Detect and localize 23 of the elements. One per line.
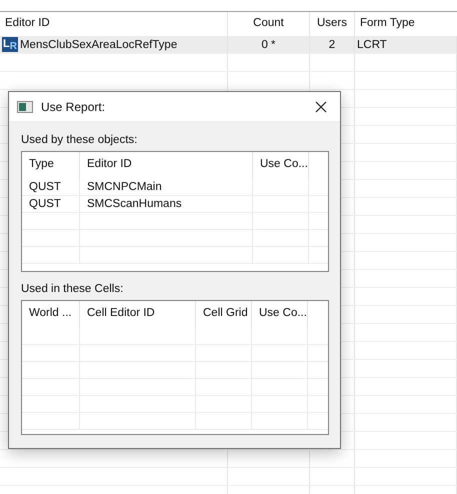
table-cell: 0 * [261, 38, 276, 50]
objects-list[interactable]: Type Editor ID Use Co... QUST SMCNPCMain QUST SMCScanHumans [21, 151, 329, 272]
table-cell: SMCScanHumans [87, 198, 182, 210]
section-label: Used by these objects: [21, 134, 138, 147]
column-header[interactable]: Cell Editor ID [80, 301, 196, 328]
column-header[interactable]: Use Co... [252, 301, 308, 328]
column-header[interactable]: Use Co... [253, 152, 309, 179]
table-cell: LCRT [357, 38, 387, 50]
table-cell: QUST [29, 181, 61, 193]
cells-list[interactable]: World ... Cell Editor ID Cell Grid Use Co... [21, 300, 329, 435]
column-header[interactable]: Type [22, 152, 80, 179]
column-header[interactable]: Cell Grid [196, 301, 252, 328]
column-header[interactable]: Form Type [355, 12, 457, 36]
dialog-title: Use Report: [41, 100, 106, 114]
window-icon [17, 100, 33, 112]
table-cell: SMCNPCMain [87, 181, 162, 193]
column-header[interactable]: World ... [22, 301, 80, 328]
table-cell: 2 [328, 38, 336, 50]
section-label: Used in these Cells: [21, 283, 124, 296]
table-cell: MensClubSexAreaLocRefType [20, 38, 178, 50]
table-cell: QUST [29, 198, 61, 210]
column-header[interactable]: Editor ID [80, 152, 253, 179]
close-icon[interactable] [315, 100, 327, 112]
